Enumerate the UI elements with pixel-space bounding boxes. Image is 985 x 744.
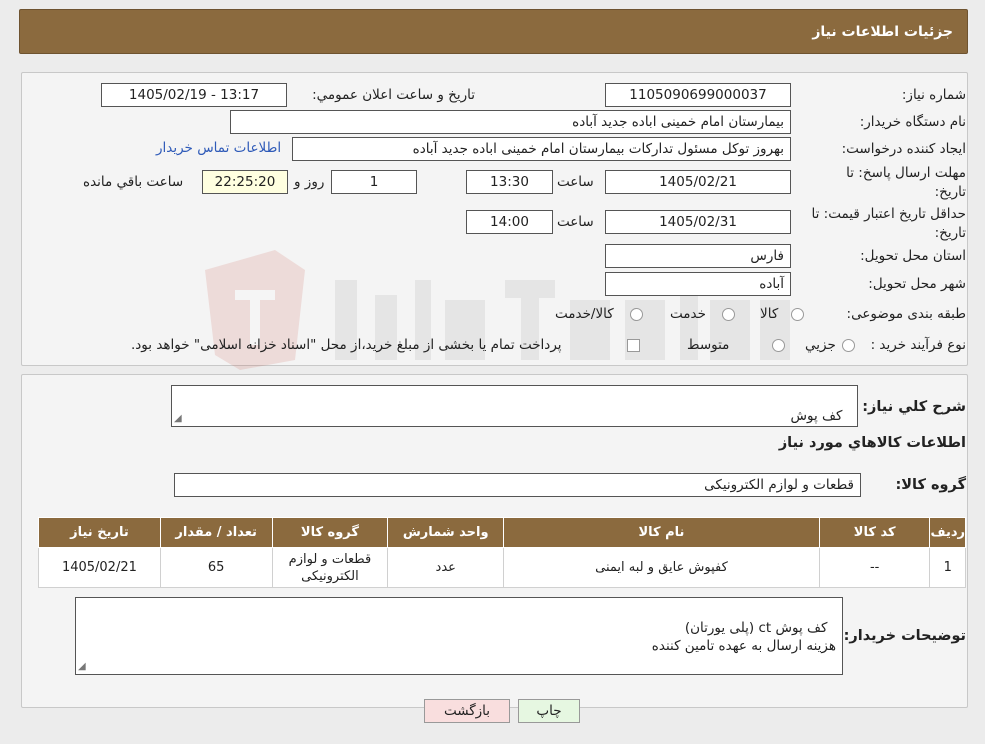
days-field: 1 <box>331 170 417 194</box>
city-field: آباده <box>605 272 791 296</box>
goods-table-header-row: رديف كد كالا نام كالا واحد شمارش گروه كا… <box>38 517 966 548</box>
treasury-docs-checkbox[interactable] <box>627 339 640 352</box>
payment-note: پرداخت تمام يا بخشی از مبلغ خريد،از محل … <box>131 337 562 353</box>
col-group-header: گروه كالا <box>271 517 389 548</box>
process-radio-medium[interactable] <box>772 339 785 352</box>
category-label: طبقه بندی موضوعی: <box>846 306 966 322</box>
category-option-goods: كالا <box>760 306 779 322</box>
requester-field: بهروز توکل مسئول تداركات بيمارستان امام … <box>292 137 791 161</box>
summary-textarea[interactable]: کف پوش ◢ <box>171 385 858 427</box>
validity-time-field: 14:00 <box>466 210 553 234</box>
validity-time-label: ساعت <box>557 214 594 230</box>
cell-group: قطعات و لوازم الكترونيكی <box>271 547 389 588</box>
page-header: جزئیات اطلاعات نیاز <box>19 9 968 54</box>
col-name-header: نام كالا <box>503 517 820 548</box>
province-field: فارس <box>605 244 791 268</box>
days-label: روز و <box>294 174 325 190</box>
buyer-notes-label: توضيحات خريدار: <box>843 628 966 644</box>
category-radio-service[interactable] <box>722 308 735 321</box>
goods-info-title: اطلاعات كالاهاي مورد نياز <box>778 435 966 451</box>
col-code-header: كد كالا <box>818 517 931 548</box>
table-row: 1 -- كفپوش عايق و لبه ايمنی عدد قطعات و … <box>38 547 966 588</box>
back-button[interactable]: بازگشت <box>424 699 510 723</box>
print-button[interactable]: چاپ <box>518 699 580 723</box>
category-option-service: خدمت <box>670 306 706 322</box>
goods-table: رديف كد كالا نام كالا واحد شمارش گروه كا… <box>38 517 966 588</box>
cell-date: 1405/02/21 <box>38 547 161 588</box>
reply-date-field: 1405/02/21 <box>605 170 791 194</box>
category-option-goods-service: كالا/خدمت <box>555 306 614 322</box>
cell-unit: عدد <box>387 547 505 588</box>
cell-qty: 65 <box>159 547 273 588</box>
reply-time-field: 13:30 <box>466 170 553 194</box>
validity-date-field: 1405/02/31 <box>605 210 791 234</box>
announce-datetime-label: تاريخ و ساعت اعلان عمومي: <box>312 87 475 103</box>
buyer-contact-link[interactable]: اطلاعات تماس خريدار <box>156 140 281 156</box>
goods-group-label: گروه كالا: <box>895 477 966 493</box>
col-row-header: رديف <box>929 517 966 548</box>
category-radio-goods-service[interactable] <box>630 308 643 321</box>
goods-group-field: قطعات و لوازم الكترونيكی <box>174 473 861 497</box>
reply-deadline-label: مهلت ارسال پاسخ: تا تاريخ: <box>846 165 966 200</box>
cell-code: -- <box>818 547 931 588</box>
need-number-label: شماره نیاز: <box>901 87 966 103</box>
buyer-org-field: بيمارستان امام خمینی اباده جدید آباده <box>230 110 791 134</box>
col-qty-header: تعداد / مقدار <box>159 517 273 548</box>
remaining-time-label: ساعت باقي مانده <box>83 174 184 190</box>
col-unit-header: واحد شمارش <box>387 517 505 548</box>
process-option-medium: متوسط <box>687 337 730 353</box>
remaining-time-field: 22:25:20 <box>202 170 288 194</box>
resize-grip-icon[interactable]: ◢ <box>78 662 86 672</box>
buyer-org-label: نام دستگاه خريدار: <box>859 114 966 130</box>
cell-row-number: 1 <box>929 547 966 588</box>
process-radio-partial[interactable] <box>842 339 855 352</box>
price-validity-label: حداقل تاريخ اعتبار قيمت: تا تاريخ: <box>811 206 966 241</box>
announce-datetime-field: 1405/02/19 - 13:17 <box>101 83 287 107</box>
province-label: استان محل تحويل: <box>860 248 966 264</box>
page-title: جزئیات اطلاعات نیاز <box>812 23 953 40</box>
city-label: شهر محل تحويل: <box>868 276 966 292</box>
need-number-field: 1105090699000037 <box>605 83 791 107</box>
col-date-header: تاريخ نياز <box>38 517 161 548</box>
requester-label: ايجاد كننده درخواست: <box>841 141 966 157</box>
cell-name: كفپوش عايق و لبه ايمنی <box>503 547 820 588</box>
resize-grip-icon[interactable]: ◢ <box>174 414 182 424</box>
reply-time-label: ساعت <box>557 174 594 190</box>
buyer-notes-textarea[interactable]: کف پوش ct (پلی یورتان) هزینه ارسال به عه… <box>75 597 843 675</box>
summary-label: شرح كلي نياز: <box>862 399 966 415</box>
process-type-label: نوع فرآيند خريد : <box>870 337 966 353</box>
process-option-partial: جزيي <box>805 337 836 353</box>
category-radio-goods[interactable] <box>791 308 804 321</box>
